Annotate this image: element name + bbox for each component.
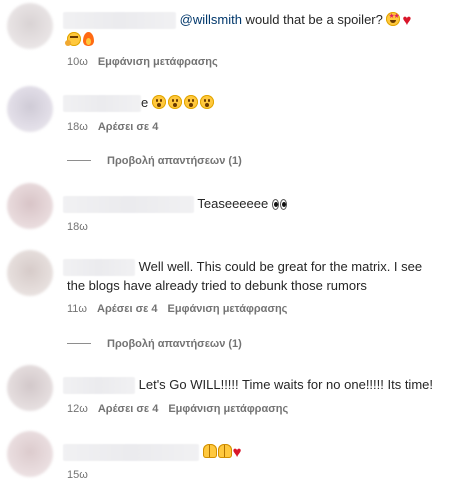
heart-emoji-icon: ♥: [232, 444, 242, 461]
timestamp[interactable]: 18ω: [67, 121, 88, 133]
comment-text: @willsmith would that be a spoiler? ♥: [63, 11, 412, 30]
replies-divider: [67, 342, 91, 344]
view-replies-label: Προβολή απαντήσεων (1): [107, 338, 242, 350]
avatar[interactable]: [7, 183, 53, 229]
see-translation-button[interactable]: Εμφάνιση μετάφρασης: [168, 303, 288, 315]
avatar[interactable]: [7, 431, 53, 477]
heart-emoji-icon: ♥: [402, 12, 412, 29]
username-redacted[interactable]: [63, 259, 135, 277]
timestamp[interactable]: 18ω: [67, 221, 88, 233]
avatar[interactable]: [7, 3, 53, 49]
avatar[interactable]: [7, 86, 53, 132]
view-replies-button[interactable]: Προβολή απαντήσεων (1): [67, 338, 242, 350]
hushed-emoji-icon: [151, 95, 166, 109]
comment-meta: 12ω Αρέσει σε 4 Εμφάνιση μετάφρασης: [67, 403, 298, 415]
comment-body: would that be a spoiler?: [241, 12, 387, 27]
comment-text: Let's Go WILL!!!!! Time waits for no one…: [63, 376, 433, 395]
thinking-emoji-icon: [65, 32, 81, 46]
avatar[interactable]: [7, 250, 53, 296]
star-struck-emoji-icon: [386, 12, 401, 26]
comment-body: Teaseeeeee: [197, 196, 272, 211]
see-translation-button[interactable]: Εμφάνιση μετάφρασης: [98, 56, 218, 68]
comment-body: Let's Go WILL!!!!! Time waits for no one…: [138, 377, 433, 392]
username-redacted[interactable]: [63, 444, 199, 462]
fire-emoji-icon: [83, 32, 94, 46]
view-replies-button[interactable]: Προβολή απαντήσεων (1): [67, 155, 242, 167]
hushed-emoji-icon: [183, 95, 198, 109]
raising-hands-emoji-icon: [217, 444, 232, 458]
comment-text: Teaseeeeee: [63, 195, 288, 214]
comment-body: e: [141, 95, 149, 110]
username-redacted[interactable]: [63, 12, 176, 30]
comment-text: Well well. This could be great for the m…: [63, 258, 423, 277]
comment-meta: 18ω Αρέσει σε 4: [67, 121, 168, 133]
raising-hands-emoji-icon: [202, 444, 217, 458]
comment-meta: 10ω Εμφάνιση μετάφρασης: [67, 56, 228, 68]
comment-text: ♥: [63, 443, 242, 462]
username-redacted[interactable]: [63, 196, 194, 214]
timestamp[interactable]: 11ω: [67, 303, 87, 315]
comment-body-line2: the blogs have already tried to debunk t…: [67, 278, 367, 293]
comment-text-line2: the blogs have already tried to debunk t…: [67, 277, 367, 294]
timestamp[interactable]: 15ω: [67, 469, 88, 481]
timestamp[interactable]: 10ω: [67, 56, 88, 68]
see-translation-button[interactable]: Εμφάνιση μετάφρασης: [168, 403, 288, 415]
comment-meta: 15ω: [67, 469, 98, 481]
likes-count[interactable]: Αρέσει σε 4: [98, 403, 159, 415]
timestamp[interactable]: 12ω: [67, 403, 88, 415]
likes-count[interactable]: Αρέσει σε 4: [97, 303, 158, 315]
view-replies-label: Προβολή απαντήσεων (1): [107, 155, 242, 167]
mention-link[interactable]: @willsmith: [180, 12, 242, 27]
likes-count[interactable]: Αρέσει σε 4: [98, 121, 159, 133]
eyes-emoji-icon: [271, 197, 288, 214]
username-redacted[interactable]: [63, 377, 135, 395]
comment-meta: 11ω Αρέσει σε 4 Εμφάνιση μετάφρασης: [67, 303, 297, 315]
username-redacted[interactable]: [63, 95, 141, 113]
hushed-emoji-icon: [167, 95, 182, 109]
replies-divider: [67, 159, 91, 161]
comment-meta: 18ω: [67, 221, 98, 233]
comment-body-line1: Well well. This could be great for the m…: [138, 259, 423, 274]
comment-text: e: [63, 94, 216, 113]
comment-text-line2: [65, 31, 94, 48]
avatar[interactable]: [7, 365, 53, 411]
hushed-emoji-icon: [199, 95, 214, 109]
